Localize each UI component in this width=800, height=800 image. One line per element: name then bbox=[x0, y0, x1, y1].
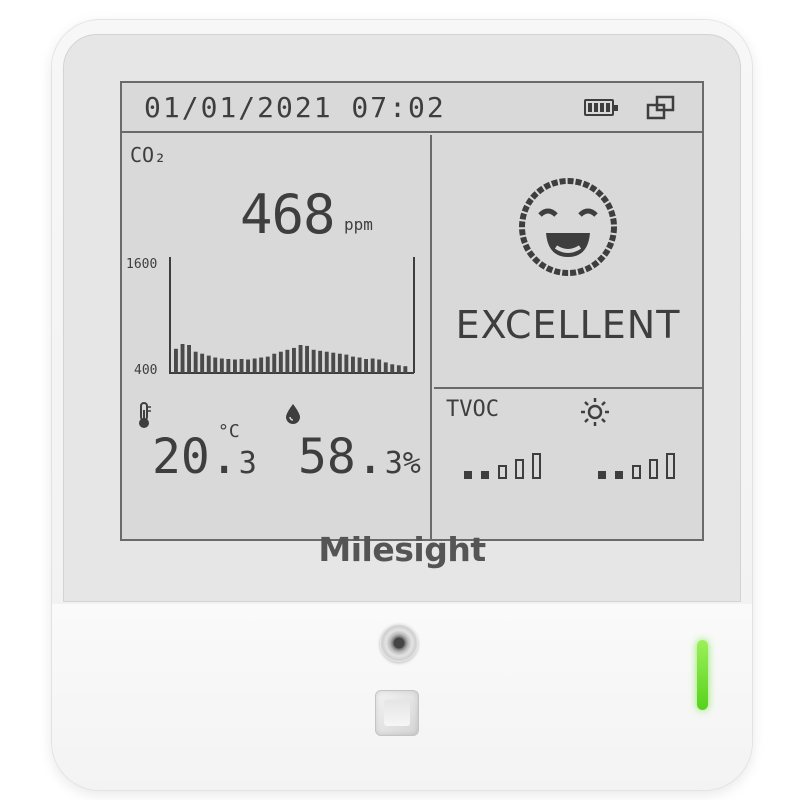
co2-bar bbox=[265, 356, 270, 373]
co2-bar bbox=[311, 349, 316, 373]
status-led-indicator bbox=[697, 640, 708, 710]
co2-bar bbox=[233, 359, 237, 373]
screen-bezel: 01/01/2021 07:02 CO₂ 468 ppm 1600 400 °C… bbox=[63, 34, 741, 602]
co2-chart-svg bbox=[169, 257, 415, 374]
co2-bar bbox=[285, 349, 290, 373]
thermometer-icon bbox=[139, 402, 151, 428]
brand-logo: Milesight bbox=[52, 530, 752, 569]
co2-bar bbox=[357, 357, 362, 373]
level-segment bbox=[464, 471, 472, 479]
light-level-indicator bbox=[598, 445, 684, 479]
co2-value: 468 bbox=[240, 183, 336, 246]
co2-bar bbox=[318, 350, 323, 373]
co2-label: CO₂ bbox=[130, 143, 167, 167]
co2-bar bbox=[344, 354, 349, 373]
air-quality-status: EXCELLENT bbox=[455, 303, 681, 347]
level-segment bbox=[615, 471, 623, 479]
co2-bar bbox=[174, 348, 178, 373]
co2-unit: ppm bbox=[344, 215, 373, 234]
co2-bar bbox=[324, 351, 329, 373]
co2-bar bbox=[226, 359, 231, 373]
humidity-integer: 58. bbox=[298, 429, 385, 485]
tvoc-light-panel: TVOC bbox=[434, 391, 702, 541]
level-segment bbox=[649, 459, 658, 479]
co2-bar bbox=[370, 358, 375, 373]
sun-icon bbox=[581, 398, 609, 426]
level-segment bbox=[532, 453, 541, 479]
humidity-value: 58.3% bbox=[298, 429, 421, 485]
co2-bar bbox=[292, 347, 296, 373]
co2-bar bbox=[213, 357, 218, 373]
pir-sensor-window bbox=[375, 690, 419, 736]
co2-bar bbox=[305, 345, 309, 373]
co2-bar bbox=[187, 345, 191, 373]
co2-bar bbox=[193, 351, 198, 373]
air-quality-panel: EXCELLENT bbox=[434, 135, 702, 389]
tvoc-level-indicator bbox=[464, 445, 550, 479]
level-segment bbox=[666, 453, 675, 479]
co2-panel: CO₂ 468 ppm 1600 400 °C 20.3 58.3% bbox=[122, 135, 432, 541]
co2-bar bbox=[278, 351, 283, 373]
water-drop-icon bbox=[286, 404, 300, 424]
smiley-face-icon bbox=[519, 178, 617, 276]
co2-bar bbox=[337, 353, 342, 373]
co2-bar bbox=[272, 353, 277, 373]
co2-bar bbox=[351, 356, 355, 373]
co2-bar bbox=[377, 359, 382, 373]
battery-icon bbox=[584, 99, 618, 116]
co2-bar bbox=[252, 358, 257, 373]
humidity-decimal: 3% bbox=[384, 446, 421, 481]
co2-bar bbox=[180, 344, 185, 373]
date-time: 01/01/2021 07:02 bbox=[144, 91, 446, 124]
status-bar: 01/01/2021 07:02 bbox=[122, 83, 702, 133]
iaq-sensor-device: 01/01/2021 07:02 CO₂ 468 ppm 1600 400 °C… bbox=[52, 20, 752, 790]
co2-bar bbox=[298, 345, 303, 373]
co2-bar bbox=[200, 353, 205, 373]
co2-bar bbox=[246, 359, 250, 373]
tvoc-label: TVOC bbox=[446, 397, 499, 422]
co2-bar bbox=[403, 366, 408, 373]
co2-bar bbox=[396, 365, 401, 373]
level-segment bbox=[598, 471, 606, 479]
level-segment bbox=[498, 465, 507, 479]
co2-bar bbox=[364, 359, 368, 373]
temperature-decimal: 3 bbox=[238, 446, 257, 481]
e-ink-screen: 01/01/2021 07:02 CO₂ 468 ppm 1600 400 °C… bbox=[120, 81, 704, 541]
temperature-value: 20.3 bbox=[152, 429, 257, 485]
co2-bar bbox=[206, 355, 211, 373]
network-icon bbox=[646, 95, 675, 120]
level-segment bbox=[632, 465, 641, 479]
co2-bar bbox=[390, 364, 395, 373]
brand-name: Milesight bbox=[318, 530, 486, 569]
co2-bar bbox=[259, 357, 264, 373]
co2-bar bbox=[383, 362, 388, 373]
level-segment bbox=[515, 459, 524, 479]
level-segment bbox=[481, 471, 489, 479]
temperature-integer: 20. bbox=[152, 429, 239, 485]
co2-bar bbox=[219, 358, 224, 373]
co2-bar bbox=[239, 359, 244, 373]
light-sensor bbox=[380, 624, 418, 662]
co2-history-chart: 1600 400 bbox=[122, 253, 432, 385]
co2-bar bbox=[331, 352, 336, 373]
